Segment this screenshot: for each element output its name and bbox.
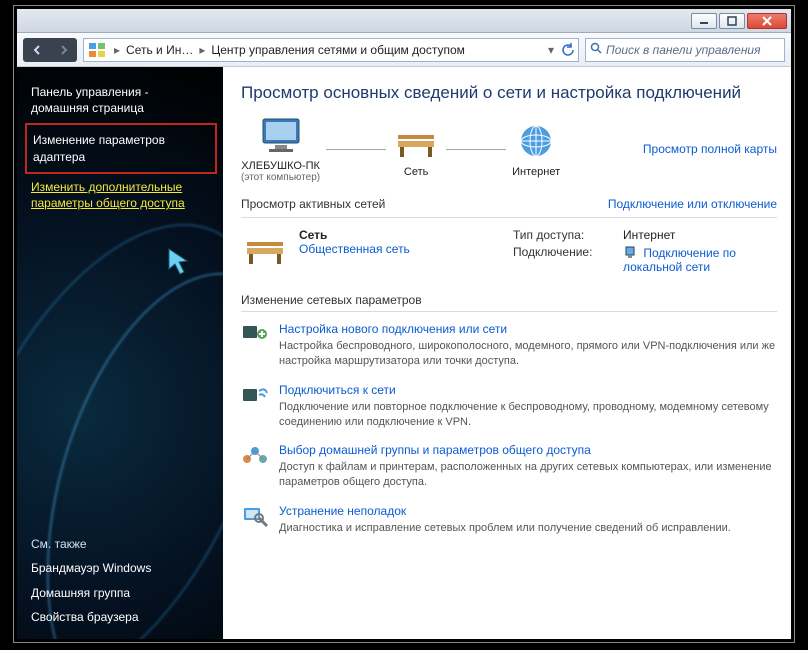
access-type-label: Тип доступа:	[513, 228, 623, 242]
sidebar-item-control-panel-home[interactable]: Панель управления - домашняя страница	[31, 81, 211, 119]
navbar: ▸ Сеть и Ин… ▸ Центр управления сетями и…	[17, 33, 791, 67]
body: Панель управления - домашняя страница Из…	[17, 67, 791, 639]
connect-icon	[241, 383, 269, 407]
breadcrumb-segment[interactable]: Центр управления сетями и общим доступом	[209, 43, 467, 57]
access-type-value: Интернет	[623, 228, 777, 242]
maximize-button[interactable]	[719, 13, 745, 29]
task-homegroup: Выбор домашней группы и параметров общег…	[241, 443, 777, 490]
task-connect-network: Подключиться к сети Подключение или повт…	[241, 383, 777, 430]
connect-disconnect-link[interactable]: Подключение или отключение	[608, 197, 777, 211]
task-desc: Подключение или повторное подключение к …	[279, 400, 777, 430]
task-desc: Диагностика и исправление сетевых пробле…	[279, 521, 731, 536]
sidebar-item-browser[interactable]: Свойства браузера	[31, 605, 213, 629]
network-node-pc: ХЛЕБУШКО-ПК (этот компьютер)	[241, 115, 320, 183]
refresh-icon	[561, 43, 575, 57]
task-desc: Доступ к файлам и принтерам, расположенн…	[279, 460, 777, 490]
sidebar-item-label: Изменить дополнительные	[31, 180, 182, 194]
sidebar: Панель управления - домашняя страница Из…	[17, 67, 223, 639]
sidebar-item-label: Панель управления -	[31, 85, 149, 99]
node-sublabel: (этот компьютер)	[241, 172, 320, 183]
globe-icon	[512, 121, 560, 161]
category-icon	[88, 42, 106, 58]
sidebar-item-advanced-sharing[interactable]: Изменить дополнительные параметры общего…	[31, 176, 211, 214]
nav-arrows	[23, 38, 77, 62]
address-bar[interactable]: ▸ Сеть и Ин… ▸ Центр управления сетями и…	[83, 38, 579, 62]
task-troubleshoot: Устранение неполадок Диагностика и испра…	[241, 504, 777, 536]
chevron-right-icon	[59, 45, 69, 55]
search-icon	[590, 42, 602, 57]
network-node-network: Сеть	[392, 121, 440, 178]
network-node-internet: Интернет	[512, 121, 560, 178]
minimize-button[interactable]	[691, 13, 717, 29]
connection-line	[326, 149, 386, 150]
troubleshoot-icon	[241, 504, 269, 528]
chevron-down-icon[interactable]: ▾	[544, 43, 558, 57]
cursor-icon	[167, 247, 193, 277]
bench-icon	[241, 228, 289, 268]
active-networks-header: Просмотр активных сетей Подключение или …	[241, 193, 777, 218]
task-link[interactable]: Выбор домашней группы и параметров общег…	[279, 443, 777, 457]
close-button[interactable]	[747, 13, 787, 29]
sidebar-item-firewall[interactable]: Брандмауэр Windows	[31, 556, 213, 580]
connection-label: Подключение:	[513, 245, 623, 274]
homegroup-icon	[241, 443, 269, 467]
task-link[interactable]: Настройка нового подключения или сети	[279, 322, 777, 336]
back-button[interactable]	[23, 38, 50, 62]
sidebar-item-label: адаптера	[33, 150, 85, 164]
sidebar-seealso-label: См. также	[31, 532, 213, 556]
minimize-icon	[699, 16, 709, 26]
chevron-right-icon: ▸	[110, 43, 124, 57]
change-settings-header: Изменение сетевых параметров	[241, 293, 777, 312]
task-link[interactable]: Подключиться к сети	[279, 383, 777, 397]
search-input[interactable]: Поиск в панели управления	[585, 38, 785, 62]
view-full-map-link[interactable]: Просмотр полной карты	[643, 142, 777, 156]
monitor-icon	[257, 115, 305, 155]
sidebar-see-also: См. также Брандмауэр Windows Домашняя гр…	[31, 532, 213, 629]
network-type-link[interactable]: Общественная сеть	[299, 242, 410, 256]
node-label: ХЛЕБУШКО-ПК	[241, 160, 320, 172]
forward-button[interactable]	[50, 38, 77, 62]
tasks-list: Настройка нового подключения или сети На…	[241, 322, 777, 536]
titlebar	[17, 9, 791, 33]
new-connection-icon	[241, 322, 269, 346]
search-placeholder: Поиск в панели управления	[606, 43, 761, 57]
node-label: Интернет	[512, 166, 560, 178]
section-title: Просмотр активных сетей	[241, 197, 385, 211]
sidebar-item-label: Изменение параметров	[33, 133, 165, 147]
bench-icon	[392, 121, 440, 161]
node-label: Сеть	[392, 166, 440, 178]
connection-icon	[623, 245, 637, 259]
connection-line	[446, 149, 506, 150]
maximize-icon	[727, 16, 737, 26]
main-content: Просмотр основных сведений о сети и наст…	[223, 67, 791, 639]
connection-link[interactable]: Подключение по локальной сети	[623, 246, 736, 274]
refresh-button[interactable]	[558, 43, 578, 57]
sidebar-item-homegroup[interactable]: Домашняя группа	[31, 581, 213, 605]
page-title: Просмотр основных сведений о сети и наст…	[241, 83, 777, 103]
close-icon	[762, 16, 772, 26]
sidebar-item-label: домашняя страница	[31, 101, 144, 115]
window: ▸ Сеть и Ин… ▸ Центр управления сетями и…	[14, 6, 794, 642]
network-map: ХЛЕБУШКО-ПК (этот компьютер) Сеть Интерн…	[241, 115, 777, 183]
task-new-connection: Настройка нового подключения или сети На…	[241, 322, 777, 369]
breadcrumb-segment[interactable]: Сеть и Ин…	[124, 43, 195, 57]
sidebar-item-adapter-settings[interactable]: Изменение параметров адаптера	[33, 129, 209, 167]
active-network: Сеть Общественная сеть Тип доступа: Инте…	[241, 228, 777, 277]
highlight-box: Изменение параметров адаптера	[25, 123, 217, 173]
sidebar-item-label: параметры общего доступа	[31, 196, 185, 210]
task-desc: Настройка беспроводного, широкополосного…	[279, 339, 777, 369]
chevron-right-icon: ▸	[195, 43, 209, 57]
network-name: Сеть	[299, 228, 410, 242]
chevron-left-icon	[32, 45, 42, 55]
task-link[interactable]: Устранение неполадок	[279, 504, 731, 518]
